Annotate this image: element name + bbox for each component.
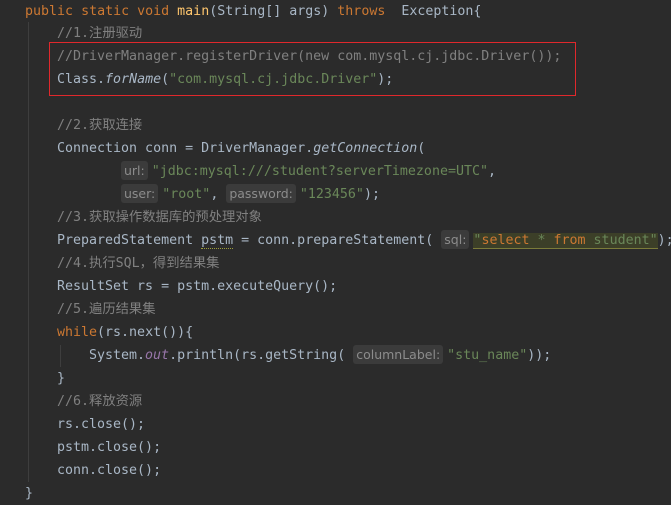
comment-line: //5.遍历结果集 xyxy=(57,302,156,317)
code-line-execute-query: ResultSet rs = pstm.executeQuery(); xyxy=(57,279,338,294)
code-line-while: while(rs.next()){ xyxy=(57,325,194,340)
parameter-hint: columnLabel: xyxy=(353,345,444,364)
params: (String[] args) xyxy=(209,4,338,19)
code-line-class-forname: Class.forName("com.mysql.cj.jdbc.Driver"… xyxy=(57,72,394,87)
keyword-static: static xyxy=(81,4,130,19)
comment-line: //DriverManager.registerDriver(new com.m… xyxy=(57,49,562,64)
code-line-method-signature: public static void main(String[] args) t… xyxy=(25,0,481,23)
code-line-conn-close: conn.close(); xyxy=(57,463,162,478)
keyword-public: public xyxy=(25,4,74,19)
static-field-out: out xyxy=(145,348,170,363)
code-line-user-password-args: user: "root", password: "123456"); xyxy=(121,183,380,206)
parameter-hint: password: xyxy=(226,184,296,203)
string-literal: "root" xyxy=(162,187,211,202)
parameter-hint: sql: xyxy=(441,230,470,249)
string-literal: "com.mysql.cj.jdbc.Driver" xyxy=(169,72,378,87)
indent-guide xyxy=(60,345,61,367)
code-line-println: System.out.println(rs.getString( columnL… xyxy=(89,345,552,364)
string-literal: "123456" xyxy=(299,187,364,202)
code-line-pstm-close: pstm.close(); xyxy=(57,440,162,455)
sql-string-literal: "select * from student" xyxy=(473,233,658,249)
comment-line: //1.注册驱动 xyxy=(57,26,143,41)
method-name: main xyxy=(177,4,210,19)
code-line-url-arg: url: "jdbc:mysql:///student?serverTimezon… xyxy=(121,160,496,183)
string-literal: "stu_name" xyxy=(447,348,528,363)
keyword-throws: throws xyxy=(337,4,386,19)
keyword-void: void xyxy=(137,4,170,19)
parameter-hint: user: xyxy=(121,184,159,203)
parameter-hint: url: xyxy=(121,161,148,180)
comment-line: //4.执行SQL，得到结果集 xyxy=(57,256,220,271)
code-line-rs-close: rs.close(); xyxy=(57,417,146,432)
method-call: forName xyxy=(105,72,162,87)
indent-guide xyxy=(28,22,29,482)
method-call: getConnection xyxy=(313,141,418,156)
comment-line: //3.获取操作数据库的预处理对象 xyxy=(57,210,262,225)
comment-line: //6.释放资源 xyxy=(57,394,143,409)
variable-pstm: pstm xyxy=(201,233,234,249)
code-line-get-connection: Connection conn = DriverManager.getConne… xyxy=(57,141,426,156)
code-line-method-close-brace: } xyxy=(25,486,34,501)
exception-type: Exception{ xyxy=(393,4,482,19)
code-line-prepare-statement: PreparedStatement pstm = conn.prepareSta… xyxy=(57,230,671,249)
comment-line: //2.获取连接 xyxy=(57,118,143,133)
code-line-close-brace: } xyxy=(57,371,66,386)
keyword-while: while xyxy=(57,325,98,340)
string-literal: "jdbc:mysql:///student?serverTimezone=UT… xyxy=(151,164,488,179)
